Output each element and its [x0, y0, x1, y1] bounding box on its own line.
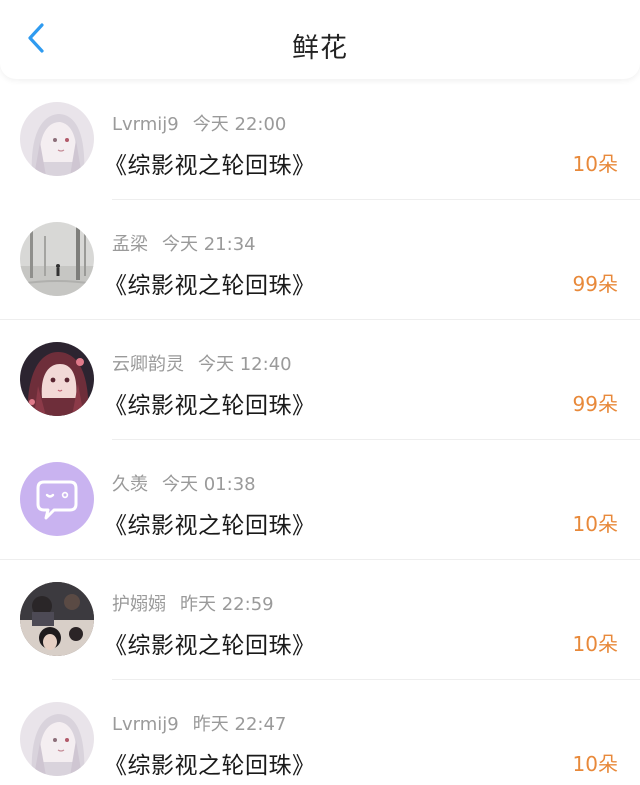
timestamp: 昨天 22:59 — [180, 594, 274, 615]
flower-count: 99朵 — [572, 272, 618, 296]
page-title: 鲜花 — [292, 33, 348, 64]
book-title[interactable]: 《综影视之轮回珠》 — [104, 626, 316, 660]
misty-landscape-avatar-icon — [20, 222, 94, 296]
flower-count: 10朵 — [572, 152, 618, 176]
flower-count: 10朵 — [572, 632, 618, 656]
list-item[interactable]: 孟梁 今天 21:34 《综影视之轮回珠》 99朵 — [0, 200, 640, 320]
book-title[interactable]: 《综影视之轮回珠》 — [104, 146, 316, 180]
record-meta: Lvrmij9 昨天 22:47 — [112, 710, 286, 736]
username[interactable]: 孟梁 — [112, 234, 148, 255]
book-title[interactable]: 《综影视之轮回珠》 — [104, 386, 316, 420]
anime-girl-silver-hair-avatar-icon — [20, 702, 94, 776]
list-item[interactable]: 云卿韵灵 今天 12:40 《综影视之轮回珠》 99朵 — [0, 320, 640, 440]
username[interactable]: Lvrmij9 — [112, 114, 179, 135]
record-meta: 孟梁 今天 21:34 — [112, 230, 256, 256]
record-meta: 云卿韵灵 今天 12:40 — [112, 350, 292, 376]
avatar[interactable] — [20, 102, 94, 176]
purple-chat-bubble-avatar-icon — [20, 462, 94, 536]
book-title[interactable]: 《综影视之轮回珠》 — [104, 746, 316, 780]
top-nav-bar: 鲜花 — [0, 0, 640, 79]
list-item[interactable]: Lvrmij9 今天 22:00 《综影视之轮回珠》 10朵 — [0, 80, 640, 200]
list-item[interactable]: 护嫋嫋 昨天 22:59 《综影视之轮回珠》 10朵 — [0, 560, 640, 680]
avatar[interactable] — [20, 462, 94, 536]
avatar[interactable] — [20, 702, 94, 776]
avatar[interactable] — [20, 342, 94, 416]
record-meta: 久羡 今天 01:38 — [112, 470, 256, 496]
timestamp: 昨天 22:47 — [192, 714, 287, 735]
flower-count: 99朵 — [572, 392, 618, 416]
record-meta: 护嫋嫋 昨天 22:59 — [112, 590, 274, 616]
username[interactable]: 久羡 — [112, 474, 148, 495]
timestamp: 今天 22:00 — [192, 114, 287, 135]
list-item[interactable]: 久羡 今天 01:38 《综影视之轮回珠》 10朵 — [0, 440, 640, 560]
book-title[interactable]: 《综影视之轮回珠》 — [104, 506, 316, 540]
avatar[interactable] — [20, 222, 94, 296]
flower-count: 10朵 — [572, 752, 618, 776]
flower-count: 10朵 — [572, 512, 618, 536]
list-item[interactable]: Lvrmij9 昨天 22:47 《综影视之轮回珠》 10朵 — [0, 680, 640, 785]
anime-girl-silver-hair-avatar-icon — [20, 102, 94, 176]
anime-girl-red-hair-avatar-icon — [20, 342, 94, 416]
photo-people-avatar-icon — [20, 582, 94, 656]
record-meta: Lvrmij9 今天 22:00 — [112, 110, 286, 136]
book-title[interactable]: 《综影视之轮回珠》 — [104, 266, 316, 300]
timestamp: 今天 12:40 — [198, 354, 292, 375]
timestamp: 今天 01:38 — [162, 474, 256, 495]
timestamp: 今天 21:34 — [162, 234, 256, 255]
username[interactable]: 护嫋嫋 — [112, 594, 166, 615]
username[interactable]: Lvrmij9 — [112, 714, 179, 735]
username[interactable]: 云卿韵灵 — [112, 354, 184, 375]
avatar[interactable] — [20, 582, 94, 656]
flower-record-list: Lvrmij9 今天 22:00 《综影视之轮回珠》 10朵 孟梁 今天 21:34… — [0, 80, 640, 785]
